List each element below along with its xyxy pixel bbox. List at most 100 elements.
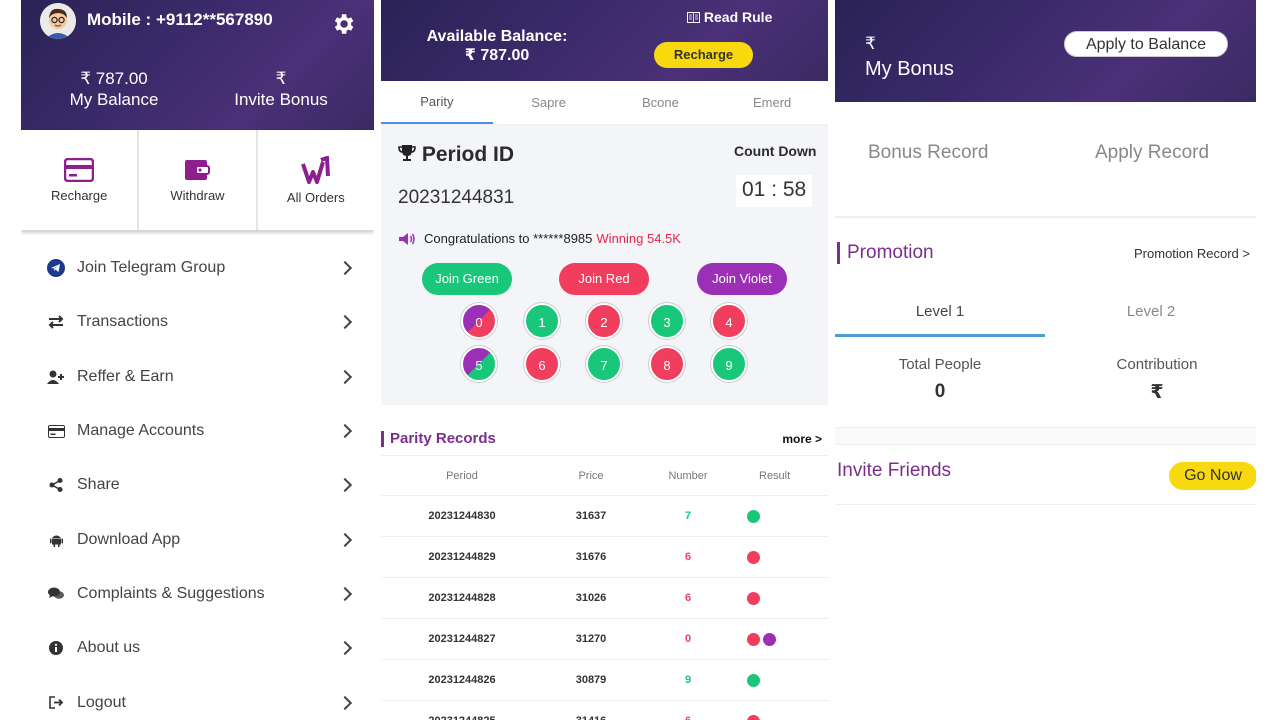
balance-amount: ₹ 787.00 bbox=[80, 69, 148, 88]
period-id-label: Period ID bbox=[421, 143, 515, 166]
read-rule-label: Read Rule bbox=[703, 9, 773, 25]
all-orders-label: All Orders bbox=[286, 189, 345, 205]
avatar[interactable] bbox=[40, 3, 76, 39]
promotion-record-link[interactable]: Promotion Record > bbox=[1134, 246, 1250, 261]
my-bonus-label: My Bonus bbox=[865, 58, 954, 80]
table-row: 20231244828 31026 6 bbox=[381, 577, 828, 619]
withdraw-button[interactable]: Withdraw bbox=[139, 130, 258, 230]
menu-item-share[interactable]: Share bbox=[21, 458, 374, 512]
tab-bcone[interactable]: Bcone bbox=[605, 81, 717, 124]
number-ball-7[interactable]: 7 bbox=[586, 346, 622, 382]
chevron-right-icon bbox=[337, 532, 353, 547]
price-cell: 31416 bbox=[543, 700, 639, 720]
withdraw-label: Withdraw bbox=[170, 187, 225, 203]
go-now-button[interactable]: Go Now bbox=[1169, 462, 1256, 490]
menu-item-transactions[interactable]: Transactions bbox=[21, 295, 374, 349]
apply-record-link[interactable]: Apply Record bbox=[1095, 142, 1209, 164]
all-orders-button[interactable]: All Orders bbox=[258, 130, 374, 230]
section-divider bbox=[835, 504, 1256, 505]
period-cell: 20231244828 bbox=[381, 577, 543, 619]
number-ball-5[interactable]: 5 bbox=[461, 346, 497, 382]
join-green-button[interactable]: Join Green bbox=[422, 263, 512, 295]
menu-item-about[interactable]: About us bbox=[21, 621, 374, 675]
number-ball-6[interactable]: 6 bbox=[524, 346, 560, 382]
result-cell bbox=[737, 495, 828, 537]
congrats-text: Congratulations to ******8985 bbox=[424, 231, 593, 246]
number-ball-9[interactable]: 9 bbox=[711, 346, 747, 382]
table-row: 20231244825314166 bbox=[381, 700, 828, 720]
credit-card-icon bbox=[46, 421, 66, 441]
tab-parity[interactable]: Parity bbox=[381, 81, 493, 124]
number-ball-1[interactable]: 1 bbox=[524, 303, 560, 339]
tab-level-1[interactable]: Level 1 bbox=[835, 290, 1045, 337]
recharge-label: Recharge bbox=[50, 187, 108, 203]
number-cell: 6 bbox=[639, 536, 737, 578]
countdown-label: Count Down bbox=[734, 143, 817, 159]
chevron-right-icon bbox=[337, 315, 353, 330]
contribution-stat: Contribution ₹ bbox=[1052, 356, 1256, 404]
period-cell: 20231244827 bbox=[381, 618, 543, 660]
invite-friends-label: Invite Friends bbox=[837, 460, 952, 481]
wallet-icon bbox=[185, 159, 211, 180]
tab-emerd[interactable]: Emerd bbox=[716, 81, 828, 124]
available-balance-label: Available Balance: bbox=[426, 28, 568, 45]
price-cell: 31676 bbox=[543, 536, 639, 578]
recharge-button[interactable]: Recharge bbox=[654, 42, 753, 68]
bonus-header: ₹ My Bonus Apply to Balance bbox=[835, 0, 1256, 102]
share-icon bbox=[46, 475, 66, 495]
tab-sapre[interactable]: Sapre bbox=[493, 81, 605, 124]
menu-item-logout[interactable]: Logout bbox=[21, 675, 374, 720]
join-red-button[interactable]: Join Red bbox=[559, 263, 649, 295]
column-header: Price bbox=[543, 455, 639, 496]
more-link[interactable]: more > bbox=[782, 432, 822, 446]
number-ball-8[interactable]: 8 bbox=[649, 346, 685, 382]
menu-item-refer-earn[interactable]: Reffer & Earn bbox=[21, 350, 374, 404]
account-panel: Mobile : +9112**567890 ₹ 787.00 My Balan… bbox=[21, 0, 374, 720]
chevron-right-icon bbox=[337, 695, 353, 710]
trophy-icon bbox=[398, 145, 416, 161]
join-violet-button[interactable]: Join Violet bbox=[697, 263, 787, 295]
transfer-arrows-icon bbox=[46, 312, 66, 332]
number-cell: 7 bbox=[639, 495, 737, 537]
number-ball-2[interactable]: 2 bbox=[586, 303, 622, 339]
contribution-label: Contribution bbox=[1116, 356, 1198, 373]
records-header: Parity Records more > bbox=[381, 429, 828, 455]
table-row: 20231244830 31637 7 bbox=[381, 495, 828, 537]
menu-label: Share bbox=[77, 476, 120, 494]
invite-bonus: ₹ Invite Bonus bbox=[191, 68, 371, 110]
result-dot bbox=[747, 714, 760, 720]
number-cell: 6 bbox=[639, 577, 737, 619]
menu-label: Logout bbox=[77, 693, 126, 711]
gear-icon[interactable] bbox=[330, 11, 356, 37]
menu-item-telegram[interactable]: Join Telegram Group bbox=[21, 241, 374, 295]
orders-icon bbox=[300, 155, 330, 184]
invite-bonus-label: Invite Bonus bbox=[234, 90, 328, 109]
recharge-button[interactable]: Recharge bbox=[21, 130, 140, 230]
menu-item-download-app[interactable]: Download App bbox=[21, 512, 374, 566]
number-ball-0[interactable]: 0 bbox=[461, 303, 497, 339]
result-dot bbox=[747, 591, 760, 605]
number-ball-4[interactable]: 4 bbox=[711, 303, 747, 339]
balance-label: My Balance bbox=[69, 90, 159, 109]
period-cell: 20231244830 bbox=[381, 495, 543, 537]
read-rule-link[interactable]: Read Rule bbox=[687, 9, 772, 25]
apply-to-balance-button[interactable]: Apply to Balance bbox=[1064, 31, 1228, 57]
countdown-timer: 01 : 58 bbox=[736, 175, 813, 207]
mobile-number: Mobile : +9112**567890 bbox=[87, 10, 273, 29]
available-balance: Available Balance: ₹ 787.00 bbox=[411, 27, 583, 65]
winning-amount: Winning 54.5K bbox=[596, 231, 681, 246]
logout-icon bbox=[46, 693, 66, 713]
total-people-value: 0 bbox=[934, 381, 946, 402]
bonus-record-link[interactable]: Bonus Record bbox=[868, 142, 988, 164]
number-ball-3[interactable]: 3 bbox=[649, 303, 685, 339]
menu-item-manage-accounts[interactable]: Manage Accounts bbox=[21, 404, 374, 458]
bonus-amount: ₹ bbox=[865, 34, 876, 53]
tab-level-2[interactable]: Level 2 bbox=[1046, 290, 1256, 337]
number-cell: 0 bbox=[639, 618, 737, 660]
column-header: Number bbox=[639, 455, 737, 496]
available-balance-amount: ₹ 787.00 bbox=[464, 47, 530, 64]
result-cell bbox=[737, 577, 828, 619]
promotion-header: Promotion Promotion Record > bbox=[835, 238, 1256, 268]
chevron-right-icon bbox=[337, 369, 353, 384]
menu-item-complaints[interactable]: Complaints & Suggestions bbox=[21, 567, 374, 621]
